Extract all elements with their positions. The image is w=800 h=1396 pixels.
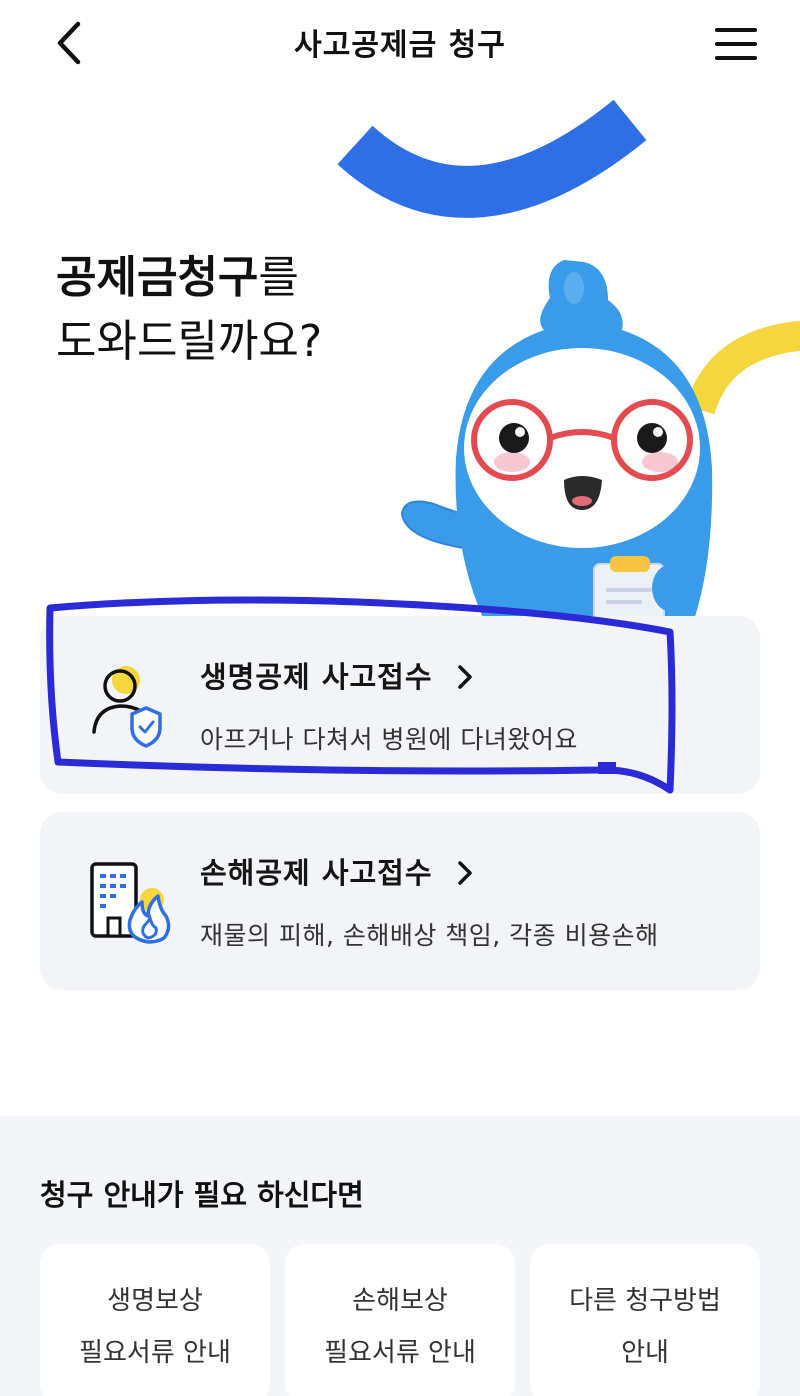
- app-header: 사고공제금 청구: [0, 0, 800, 88]
- loss-claim-card[interactable]: 손해공제 사고접수 재물의 피해, 손해배상 책임, 각종 비용손해: [40, 812, 760, 990]
- guide-loss-documents-button[interactable]: 손해보상 필요서류 안내: [285, 1244, 515, 1396]
- decorative-blue-arc: [337, 99, 647, 218]
- life-claim-description: 아프거나 다쳐서 병원에 다녀왔어요: [200, 725, 578, 754]
- guide-item-line2: 필요서류 안내: [324, 1338, 476, 1368]
- guide-item-line2: 안내: [621, 1338, 669, 1368]
- chevron-right-icon: [458, 861, 472, 885]
- chevron-right-icon: [458, 665, 472, 689]
- hamburger-menu-icon: [715, 28, 757, 60]
- hero-title-line2: 도와드릴까요?: [56, 316, 323, 367]
- guide-item-line2: 필요서류 안내: [79, 1338, 231, 1368]
- loss-claim-title: 손해공제 사고접수: [200, 856, 433, 890]
- guide-item-line1: 생명보상: [107, 1286, 203, 1316]
- claim-guide-section: 청구 안내가 필요 하신다면 생명보상 필요서류 안내 손해보상 필요서류 안내…: [0, 1116, 800, 1396]
- guide-life-documents-button[interactable]: 생명보상 필요서류 안내: [40, 1244, 270, 1396]
- hero-title-suffix: 를: [258, 252, 299, 303]
- hero-title: 공제금청구를 도와드릴까요?: [56, 246, 322, 374]
- guide-other-methods-button[interactable]: 다른 청구방법 안내: [530, 1244, 760, 1396]
- life-claim-title: 생명공제 사고접수: [200, 660, 433, 694]
- person-shield-icon: [92, 666, 162, 748]
- mascot-illustration: [400, 260, 713, 620]
- menu-button[interactable]: [712, 24, 760, 64]
- page: 사고공제금 청구 공제금청구를 도와드릴까요? 생명공제 사고접수 아프거나 다…: [0, 0, 800, 1396]
- guide-item-line1: 손해보상: [352, 1286, 448, 1316]
- life-claim-card[interactable]: 생명공제 사고접수 아프거나 다쳐서 병원에 다녀왔어요: [40, 616, 760, 794]
- guide-heading: 청구 안내가 필요 하신다면: [40, 1178, 364, 1212]
- page-title: 사고공제금 청구: [294, 28, 506, 63]
- guide-item-line1: 다른 청구방법: [569, 1286, 721, 1316]
- building-fire-icon: [90, 862, 171, 944]
- hero-title-strong: 공제금청구: [56, 252, 259, 303]
- loss-claim-description: 재물의 피해, 손해배상 책임, 각종 비용손해: [200, 921, 659, 950]
